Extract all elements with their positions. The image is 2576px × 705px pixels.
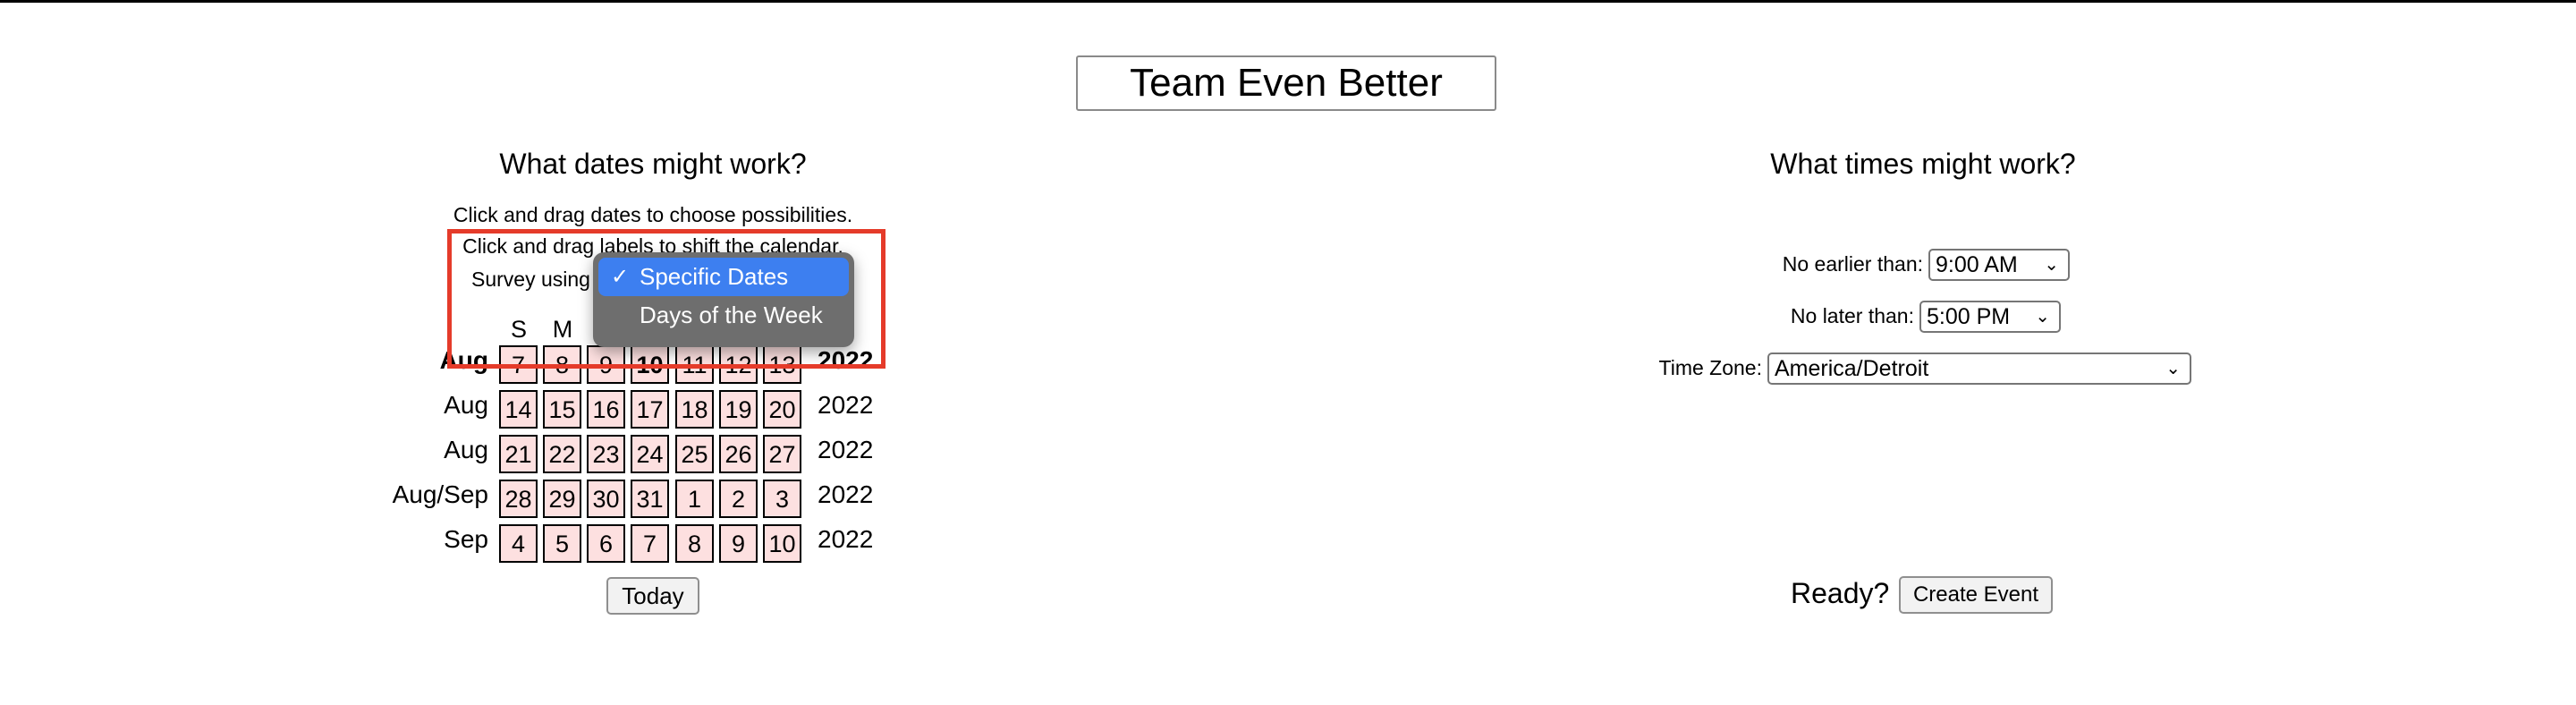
calendar-day[interactable]: 1 bbox=[675, 480, 714, 518]
week-year: 2022 bbox=[818, 391, 874, 419]
no-earlier-label: No earlier than: bbox=[1782, 252, 1923, 276]
chevron-down-icon: ⌄ bbox=[2044, 255, 2059, 275]
week-label[interactable]: Aug/Sep bbox=[354, 480, 488, 509]
calendar-day[interactable]: 31 bbox=[631, 480, 669, 518]
week-label[interactable]: Aug bbox=[354, 391, 488, 420]
week-label[interactable]: Aug bbox=[354, 346, 488, 375]
no-later-select[interactable]: 5:00 PM ⌄ bbox=[1919, 301, 2061, 333]
chevron-down-icon: ⌄ bbox=[2165, 359, 2181, 378]
calendar-day[interactable]: 9 bbox=[719, 524, 758, 563]
calendar-day[interactable]: 13 bbox=[763, 345, 801, 384]
week-label[interactable]: Sep bbox=[354, 525, 488, 554]
calendar-day[interactable]: 5 bbox=[543, 524, 581, 563]
dates-heading: What dates might work? bbox=[499, 148, 807, 180]
ready-label: Ready? bbox=[1791, 577, 1890, 609]
calendar-day[interactable]: 7 bbox=[631, 524, 669, 563]
create-event-button[interactable]: Create Event bbox=[1899, 576, 2053, 614]
week-label[interactable]: Aug bbox=[354, 436, 488, 464]
calendar-day[interactable]: 25 bbox=[675, 435, 714, 473]
calendar-day[interactable]: 10 bbox=[763, 524, 801, 563]
week-year: 2022 bbox=[818, 525, 874, 553]
timezone-label: Time Zone: bbox=[1658, 356, 1762, 379]
calendar-day[interactable]: 18 bbox=[675, 390, 714, 429]
calendar-day[interactable]: 22 bbox=[543, 435, 581, 473]
calendar-day[interactable]: 7 bbox=[499, 345, 538, 384]
calendar-day[interactable]: 4 bbox=[499, 524, 538, 563]
calendar-day[interactable]: 20 bbox=[763, 390, 801, 429]
calendar-day[interactable]: 24 bbox=[631, 435, 669, 473]
calendar-day[interactable]: 8 bbox=[543, 345, 581, 384]
day-header-sun: S bbox=[510, 316, 527, 343]
no-later-value: 5:00 PM bbox=[1927, 304, 2011, 329]
calendar-day-today[interactable]: 10 bbox=[631, 345, 669, 384]
calendar-day[interactable]: 17 bbox=[631, 390, 669, 429]
calendar-day[interactable]: 6 bbox=[587, 524, 625, 563]
no-earlier-select[interactable]: 9:00 AM ⌄ bbox=[1928, 249, 2070, 281]
calendar-day[interactable]: 9 bbox=[587, 345, 625, 384]
survey-using-label: Survey using bbox=[471, 268, 590, 291]
checkmark-icon: ✓ bbox=[611, 265, 630, 289]
calendar-day[interactable]: 14 bbox=[499, 390, 538, 429]
calendar-day[interactable]: 28 bbox=[499, 480, 538, 518]
today-button[interactable]: Today bbox=[606, 577, 699, 615]
calendar-day[interactable]: 26 bbox=[719, 435, 758, 473]
calendar-day[interactable]: 12 bbox=[719, 345, 758, 384]
calendar-day[interactable]: 3 bbox=[763, 480, 801, 518]
calendar-day[interactable]: 11 bbox=[675, 345, 714, 384]
calendar-day[interactable]: 21 bbox=[499, 435, 538, 473]
calendar-day[interactable]: 27 bbox=[763, 435, 801, 473]
calendar-day[interactable]: 15 bbox=[543, 390, 581, 429]
calendar-day[interactable]: 8 bbox=[675, 524, 714, 563]
times-heading: What times might work? bbox=[1770, 148, 2076, 180]
calendar-day[interactable]: 30 bbox=[587, 480, 625, 518]
calendar-day[interactable]: 16 bbox=[587, 390, 625, 429]
dates-instruction-1: Click and drag dates to choose possibili… bbox=[453, 203, 853, 226]
week-year: 2022 bbox=[818, 346, 874, 374]
dropdown-option-label: Specific Dates bbox=[640, 263, 789, 290]
calendar-day[interactable]: 2 bbox=[719, 480, 758, 518]
event-name-input[interactable]: Team Even Better bbox=[1076, 55, 1496, 111]
calendar-day[interactable]: 23 bbox=[587, 435, 625, 473]
chevron-down-icon: ⌄ bbox=[2035, 307, 2050, 327]
calendar-day[interactable]: 19 bbox=[719, 390, 758, 429]
day-header-mon: M bbox=[552, 316, 573, 343]
timezone-select[interactable]: America/Detroit ⌄ bbox=[1767, 352, 2191, 385]
week-year: 2022 bbox=[818, 480, 874, 508]
dropdown-option-days-of-week[interactable]: Days of the Week bbox=[598, 296, 849, 335]
survey-type-dropdown: ✓ Specific Dates Days of the Week bbox=[593, 252, 854, 347]
no-earlier-value: 9:00 AM bbox=[1936, 252, 2018, 277]
week-year: 2022 bbox=[818, 436, 874, 463]
dropdown-option-label: Days of the Week bbox=[640, 302, 823, 328]
dropdown-option-specific-dates[interactable]: ✓ Specific Dates bbox=[598, 258, 849, 296]
no-later-label: No later than: bbox=[1790, 304, 1914, 327]
timezone-value: America/Detroit bbox=[1775, 356, 1929, 381]
calendar-day[interactable]: 29 bbox=[543, 480, 581, 518]
top-border bbox=[0, 0, 2576, 3]
